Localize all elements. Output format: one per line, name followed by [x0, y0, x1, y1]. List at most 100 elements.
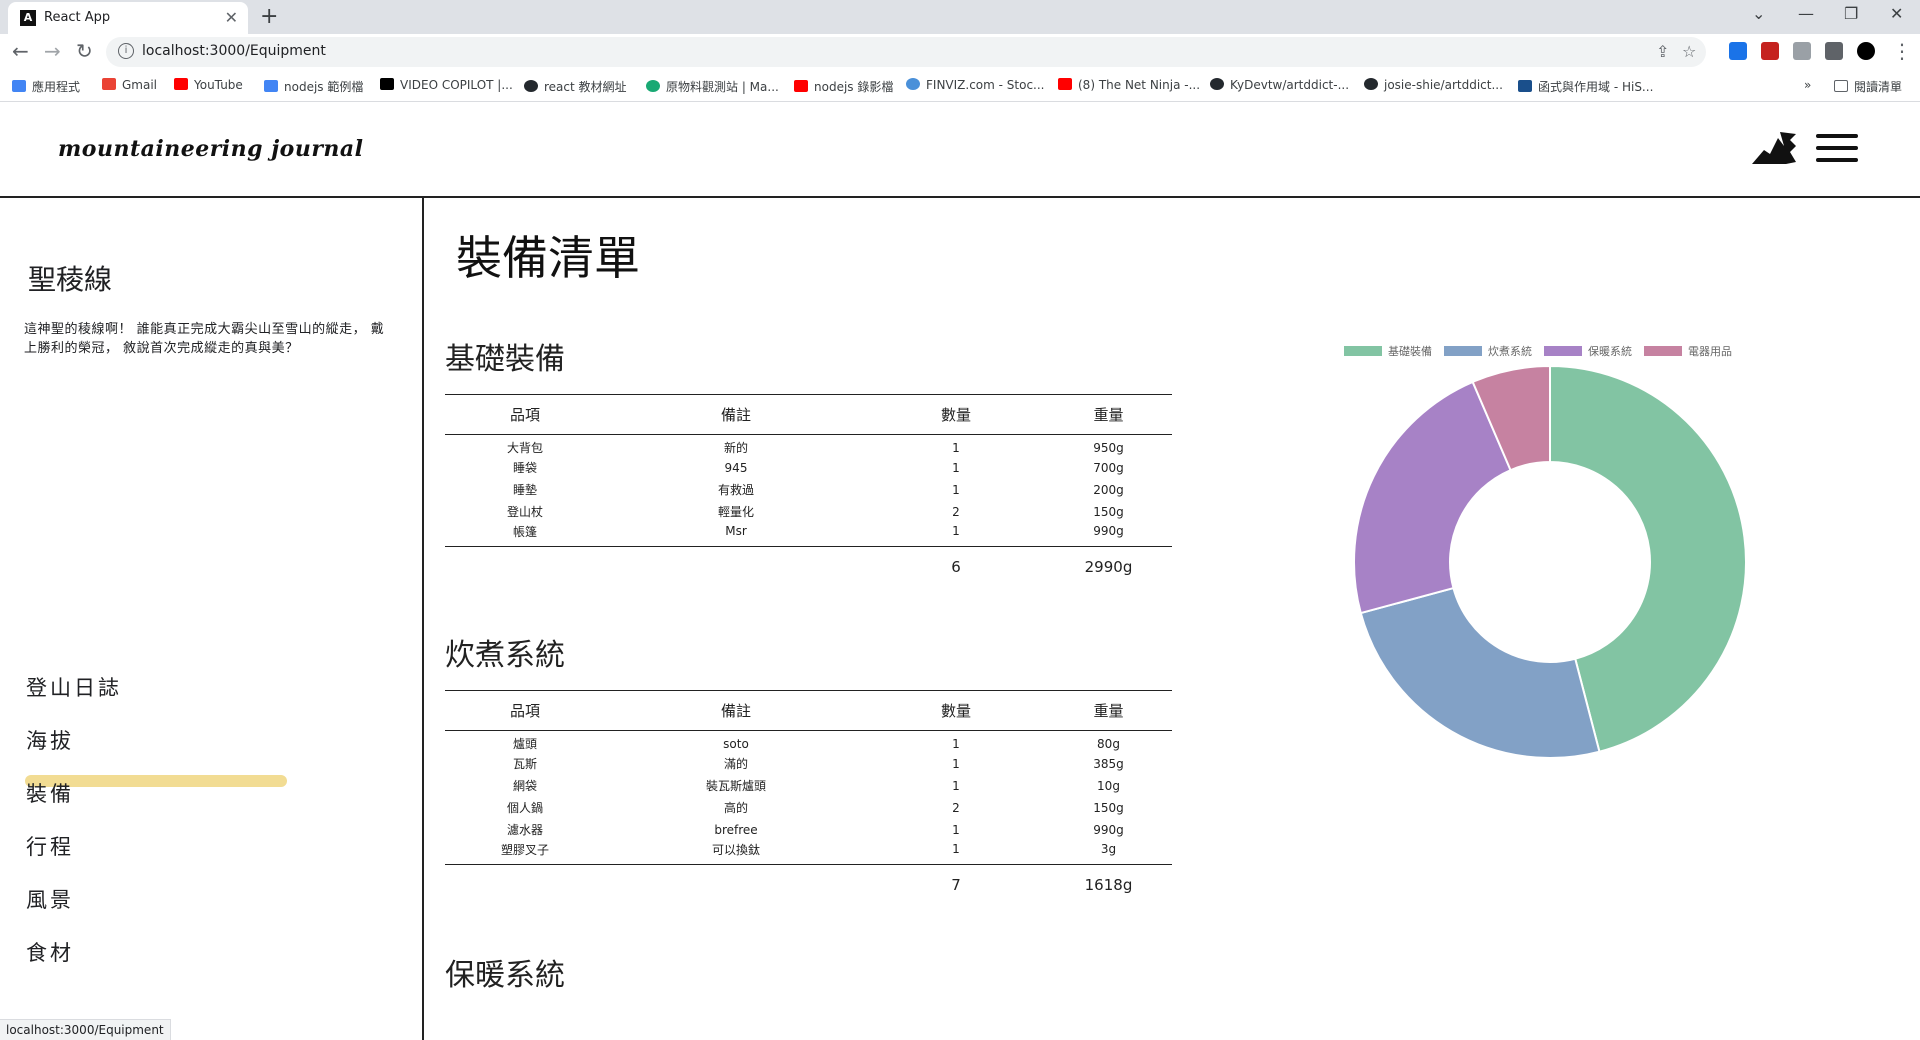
mountain-climber-icon[interactable]	[1750, 128, 1798, 168]
download-extension-icon[interactable]	[1729, 42, 1747, 60]
table-body: 大背包 新的 1 950g 睡袋 945 1 700g 睡墊 有救過 1 200g 登山杖 輕量化 2…	[445, 435, 1172, 547]
bookmark-item[interactable]: YouTube	[174, 78, 243, 92]
total-weight: 1618g	[1084, 876, 1133, 895]
github-icon	[524, 80, 538, 92]
apps-grid-icon	[12, 80, 26, 92]
image-extension-icon[interactable]	[1761, 42, 1779, 60]
address-bar[interactable]: i localhost:3000/Equipment ⇪ ☆	[106, 37, 1706, 67]
legend-label: 基礎裝備	[1388, 345, 1432, 358]
minimize-icon[interactable]: —	[1798, 4, 1814, 23]
forward-icon[interactable]: →	[44, 39, 61, 63]
column-header-item: 品項	[509, 406, 540, 424]
shield-icon	[264, 80, 278, 92]
section-title-basic: 基礎裝備	[445, 342, 565, 377]
cooking-system-table: 品項 備註 數量 重量 爐頭 soto 1 80g 瓦斯 滿的 1 385g 網袋 裝瓦斯爐頭…	[445, 690, 1172, 906]
restore-icon[interactable]: ❐	[1844, 4, 1858, 23]
github-icon	[1364, 78, 1378, 90]
equipment-weight-donut-chart	[1353, 364, 1747, 759]
info-icon[interactable]: i	[118, 43, 134, 59]
bookmark-star-icon[interactable]: ☆	[1682, 42, 1696, 61]
hamburger-menu-icon[interactable]	[1816, 132, 1858, 164]
table-header-row: 品項 備註 數量 重量	[445, 394, 1172, 435]
sidebar-item-scenery[interactable]: 風景	[26, 884, 74, 914]
sidebar-description: 這神聖的稜線啊！ 誰能真正完成大霸尖山至雪山的縱走， 戴上勝利的榮冠， 敘說首次…	[24, 322, 385, 356]
vpn-extension-icon[interactable]	[1793, 42, 1811, 60]
status-bar-url: localhost:3000/Equipment	[0, 1019, 171, 1040]
more-bookmarks-icon[interactable]: »	[1804, 78, 1811, 92]
sidebar-item-altitude[interactable]: 海拔	[26, 725, 74, 755]
column-header-note: 備註	[720, 702, 751, 720]
table-row: 帳篷 Msr 1 990g	[512, 524, 1124, 539]
table-row: 睡袋 945 1 700g	[512, 460, 1124, 476]
finviz-icon	[906, 78, 920, 90]
bookmark-item[interactable]: nodejs 範例檔	[264, 78, 363, 95]
page-title: 裝備清單	[456, 231, 640, 285]
section-title-warmth: 保暖系統	[445, 958, 565, 993]
table-row: 塑膠叉子 可以換鈦 1 3g	[500, 842, 1117, 857]
chrome-menu-icon[interactable]: ⋮	[1892, 39, 1912, 63]
hiskio-icon	[1518, 80, 1532, 92]
table-row: 濾水器 brefree 1 990g	[506, 822, 1124, 838]
sidebar-item-equipment[interactable]: 裝備	[26, 778, 74, 808]
site-icon	[646, 80, 660, 92]
legend-item[interactable]: 保暖系統	[1544, 343, 1632, 359]
column-header-qty: 數量	[940, 702, 971, 720]
table-row: 瓦斯 滿的 1 385g	[512, 756, 1124, 772]
table-row: 睡墊 有救過 1 200g	[512, 482, 1124, 498]
close-tab-icon[interactable]: ✕	[225, 8, 238, 27]
sidebar-item-ingredients[interactable]: 食材	[26, 937, 74, 967]
section-title-cooking: 炊煮系統	[445, 638, 565, 673]
reading-list-button[interactable]: 閱讀清單	[1834, 78, 1902, 95]
sidebar-item-itinerary[interactable]: 行程	[26, 831, 74, 861]
bookmark-item[interactable]: 函式與作用域 - HiS...	[1518, 78, 1653, 95]
table-total-row: 7 1618g	[445, 864, 1172, 906]
legend-label: 保暖系統	[1588, 345, 1632, 358]
reload-icon[interactable]: ↻	[76, 39, 93, 63]
column-header-weight: 重量	[1093, 406, 1124, 424]
bookmark-item[interactable]: FINVIZ.com - Stoc...	[906, 78, 1045, 92]
browser-tab[interactable]: A React App ✕	[8, 2, 248, 34]
browser-toolbar: ← → ↻ i localhost:3000/Equipment ⇪ ☆ ⋮	[0, 34, 1920, 70]
new-tab-icon[interactable]: +	[260, 4, 278, 29]
legend-item[interactable]: 炊煮系統	[1444, 343, 1532, 359]
tab-title: React App	[44, 10, 111, 25]
close-window-icon[interactable]: ✕	[1890, 4, 1903, 23]
legend-item[interactable]: 電器用品	[1644, 343, 1732, 359]
column-header-weight: 重量	[1093, 702, 1124, 720]
profile-avatar[interactable]	[1857, 42, 1875, 60]
sidebar-title: 聖稜線	[28, 263, 113, 296]
sidebar-item-journal[interactable]: 登山日誌	[26, 672, 122, 702]
legend-swatch	[1644, 346, 1682, 356]
table-total-row: 6 2990g	[445, 546, 1172, 588]
video-copilot-icon	[380, 78, 394, 90]
bookmark-item[interactable]: react 教材網址	[524, 78, 627, 95]
column-header-note: 備註	[720, 406, 751, 424]
tab-search-icon[interactable]: ⌄	[1752, 4, 1765, 23]
sidebar: 聖稜線 這神聖的稜線啊！ 誰能真正完成大霸尖山至雪山的縱走， 戴上勝利的榮冠， …	[0, 198, 424, 1040]
bookmark-item[interactable]: 原物料觀測站 | Ma...	[646, 78, 779, 95]
youtube-icon	[1058, 78, 1072, 90]
bookmark-item[interactable]: VIDEO COPILOT |...	[380, 78, 513, 92]
legend-item[interactable]: 基礎裝備	[1344, 343, 1432, 359]
donut-slice-1[interactable]	[1359, 586, 1601, 759]
total-weight: 2990g	[1084, 558, 1133, 577]
bookmark-item[interactable]: nodejs 錄影檔	[794, 78, 893, 95]
bookmark-item[interactable]: KyDevtw/artddict-...	[1210, 78, 1349, 92]
table-row: 爐頭 soto 1 80g	[512, 736, 1120, 752]
table-header-row: 品項 備註 數量 重量	[445, 690, 1172, 731]
github-icon	[1210, 78, 1224, 90]
bookmarks-bar: 應用程式 Gmail YouTube nodejs 範例檔 VIDEO COPI…	[0, 70, 1920, 102]
share-icon[interactable]: ⇪	[1656, 42, 1669, 61]
chart-legend: 基礎裝備 炊煮系統 保暖系統 電器用品	[1344, 340, 1744, 358]
bookmark-item[interactable]: Gmail	[102, 78, 157, 92]
table-body: 爐頭 soto 1 80g 瓦斯 滿的 1 385g 網袋 裝瓦斯爐頭 1 10g 個人鍋 高的 2 1…	[445, 731, 1172, 865]
bookmark-item[interactable]: 應用程式	[12, 78, 80, 95]
site-logo[interactable]: mountaineering journal	[58, 136, 364, 162]
bookmark-item[interactable]: josie-shie/artddict...	[1364, 78, 1503, 92]
legend-swatch	[1544, 346, 1582, 356]
back-icon[interactable]: ←	[12, 39, 29, 63]
table-row: 大背包 新的 1 950g	[506, 440, 1124, 456]
youtube-icon	[174, 78, 188, 90]
extensions-puzzle-icon[interactable]	[1825, 42, 1843, 60]
bookmark-item[interactable]: (8) The Net Ninja -...	[1058, 78, 1200, 92]
